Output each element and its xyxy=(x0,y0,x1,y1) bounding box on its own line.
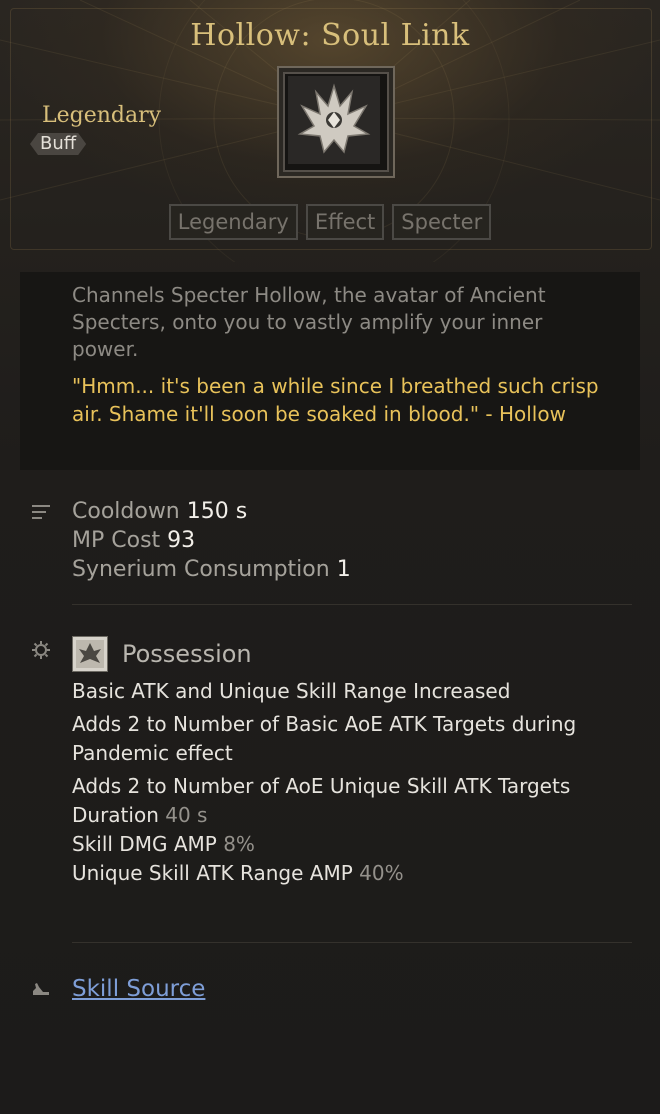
skill-source-link[interactable]: Skill Source xyxy=(72,976,205,1002)
duration-value: 40 s xyxy=(165,803,208,827)
description-box: Channels Specter Hollow, the avatar of A… xyxy=(20,272,640,470)
tag-legendary: Legendary xyxy=(168,204,298,240)
tooltip-header: Hollow: Soul Link Legendary Buff Legenda… xyxy=(0,0,660,262)
duration-label: Duration xyxy=(72,803,159,827)
cooldown-row: Cooldown 150 s xyxy=(72,497,351,526)
mp-cost-row: MP Cost 93 xyxy=(72,526,351,555)
skill-icon-frame xyxy=(277,66,395,178)
skill-dmg-amp-label: Skill DMG AMP xyxy=(72,832,217,856)
possession-effects: Basic ATK and Unique Skill Range Increas… xyxy=(72,677,632,888)
specter-crest-icon xyxy=(288,76,380,164)
mp-cost-label: MP Cost xyxy=(72,528,161,553)
range-amp-row: Unique Skill ATK Range AMP 40% xyxy=(72,859,632,888)
skill-tooltip-panel: Hollow: Soul Link Legendary Buff Legenda… xyxy=(0,0,660,1114)
range-amp-label: Unique Skill ATK Range AMP xyxy=(72,861,353,885)
tag-effect: Effect xyxy=(305,204,385,240)
effect-basic-aoe-targets: Adds 2 to Number of Basic AoE ATK Target… xyxy=(72,712,577,765)
possession-header: Possession xyxy=(72,636,252,672)
gear-icon xyxy=(32,641,50,659)
skill-type-badge: Buff xyxy=(30,133,86,155)
synerium-row: Synerium Consumption 1 xyxy=(72,555,351,584)
stats-list-icon xyxy=(32,505,50,519)
source-hand-icon xyxy=(33,983,49,995)
effect-unique-aoe-targets: Adds 2 to Number of AoE Unique Skill ATK… xyxy=(72,774,571,798)
flavor-quote: "Hmm... it's been a while since I breath… xyxy=(72,374,599,426)
cooldown-label: Cooldown xyxy=(72,499,180,524)
skill-description: Channels Specter Hollow, the avatar of A… xyxy=(72,283,546,361)
synerium-label: Synerium Consumption xyxy=(72,557,330,582)
range-amp-value: 40% xyxy=(359,861,404,885)
skill-title: Hollow: Soul Link xyxy=(190,18,470,53)
possession-icon xyxy=(72,636,108,672)
skill-dmg-amp-row: Skill DMG AMP 8% xyxy=(72,830,632,859)
skill-tag-list: Legendary Effect Specter xyxy=(0,204,660,240)
effect-range-increase: Basic ATK and Unique Skill Range Increas… xyxy=(72,679,511,703)
synerium-value: 1 xyxy=(336,557,351,582)
rarity-label: Legendary xyxy=(42,103,162,128)
mp-cost-value: 93 xyxy=(167,528,196,553)
cooldown-value: 150 s xyxy=(186,499,248,524)
skill-stats: Cooldown 150 s MP Cost 93 Synerium Consu… xyxy=(72,497,351,584)
tag-specter: Specter xyxy=(392,204,492,240)
section-divider xyxy=(72,604,632,605)
skill-dmg-amp-value: 8% xyxy=(223,832,255,856)
section-divider xyxy=(72,942,632,943)
possession-title: Possession xyxy=(122,640,252,668)
duration-row: Duration 40 s xyxy=(72,801,632,830)
